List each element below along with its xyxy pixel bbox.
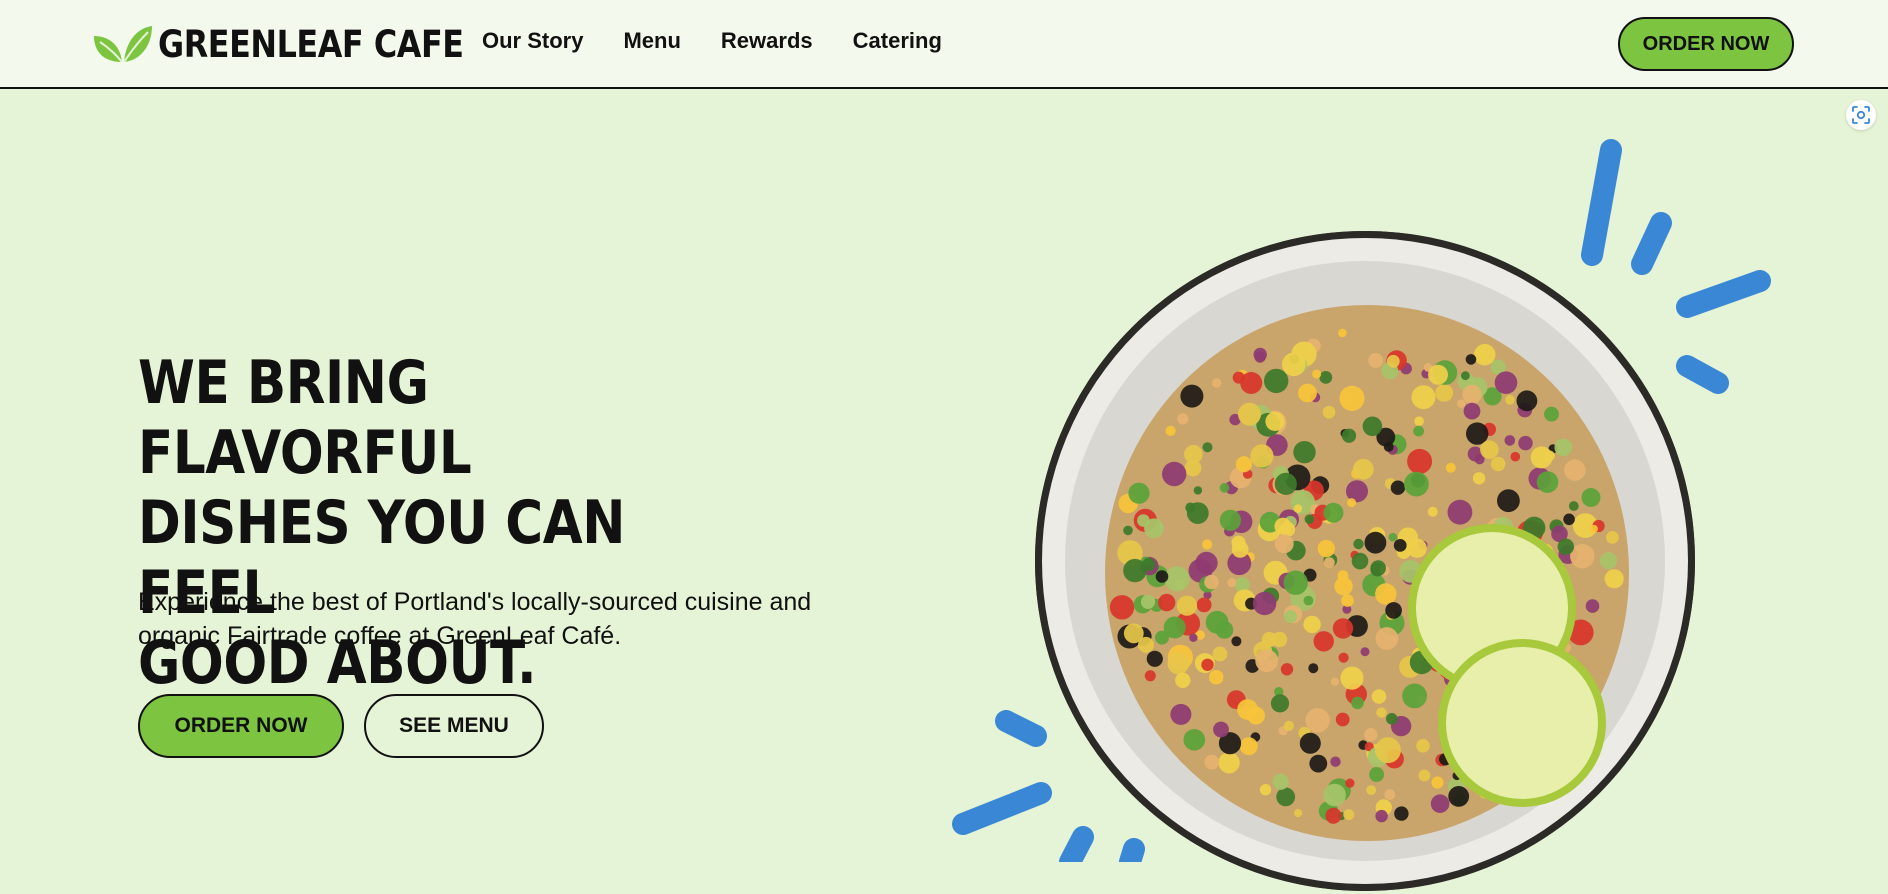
brand-logo[interactable]: GREENLEAF CAFE [92, 22, 513, 66]
hero-heading-line-1: WE BRING FLAVORFUL [138, 348, 472, 488]
leaf-icon [94, 26, 152, 63]
see-menu-button[interactable]: SEE MENU [364, 694, 544, 758]
main-nav: Our Story Menu Rewards Catering [482, 28, 982, 54]
header-order-now-button[interactable]: ORDER NOW [1618, 17, 1794, 71]
nav-our-story[interactable]: Our Story [482, 28, 583, 54]
hero-subtitle: Experience the best of Portland's locall… [138, 585, 858, 653]
hero-order-now-button[interactable]: ORDER NOW [138, 694, 344, 758]
nav-catering[interactable]: Catering [853, 28, 942, 54]
hero-subtitle-line-2: organic Fairtrade coffee at GreenLeaf Ca… [138, 622, 622, 650]
site-header: GREENLEAF CAFE Our Story Menu Rewards Ca… [0, 0, 1888, 89]
nav-rewards[interactable]: Rewards [721, 28, 813, 54]
screenshot-capture-icon [1852, 106, 1870, 124]
screenshot-capture-button[interactable] [1846, 100, 1876, 130]
brand-name: GREENLEAF CAFE [158, 22, 464, 66]
burst-stroke [952, 782, 1052, 835]
hero-subtitle-line-1: Experience the best of Portland's locall… [138, 588, 812, 616]
nav-menu[interactable]: Menu [623, 28, 680, 54]
salad-bowl-image [1035, 231, 1695, 891]
